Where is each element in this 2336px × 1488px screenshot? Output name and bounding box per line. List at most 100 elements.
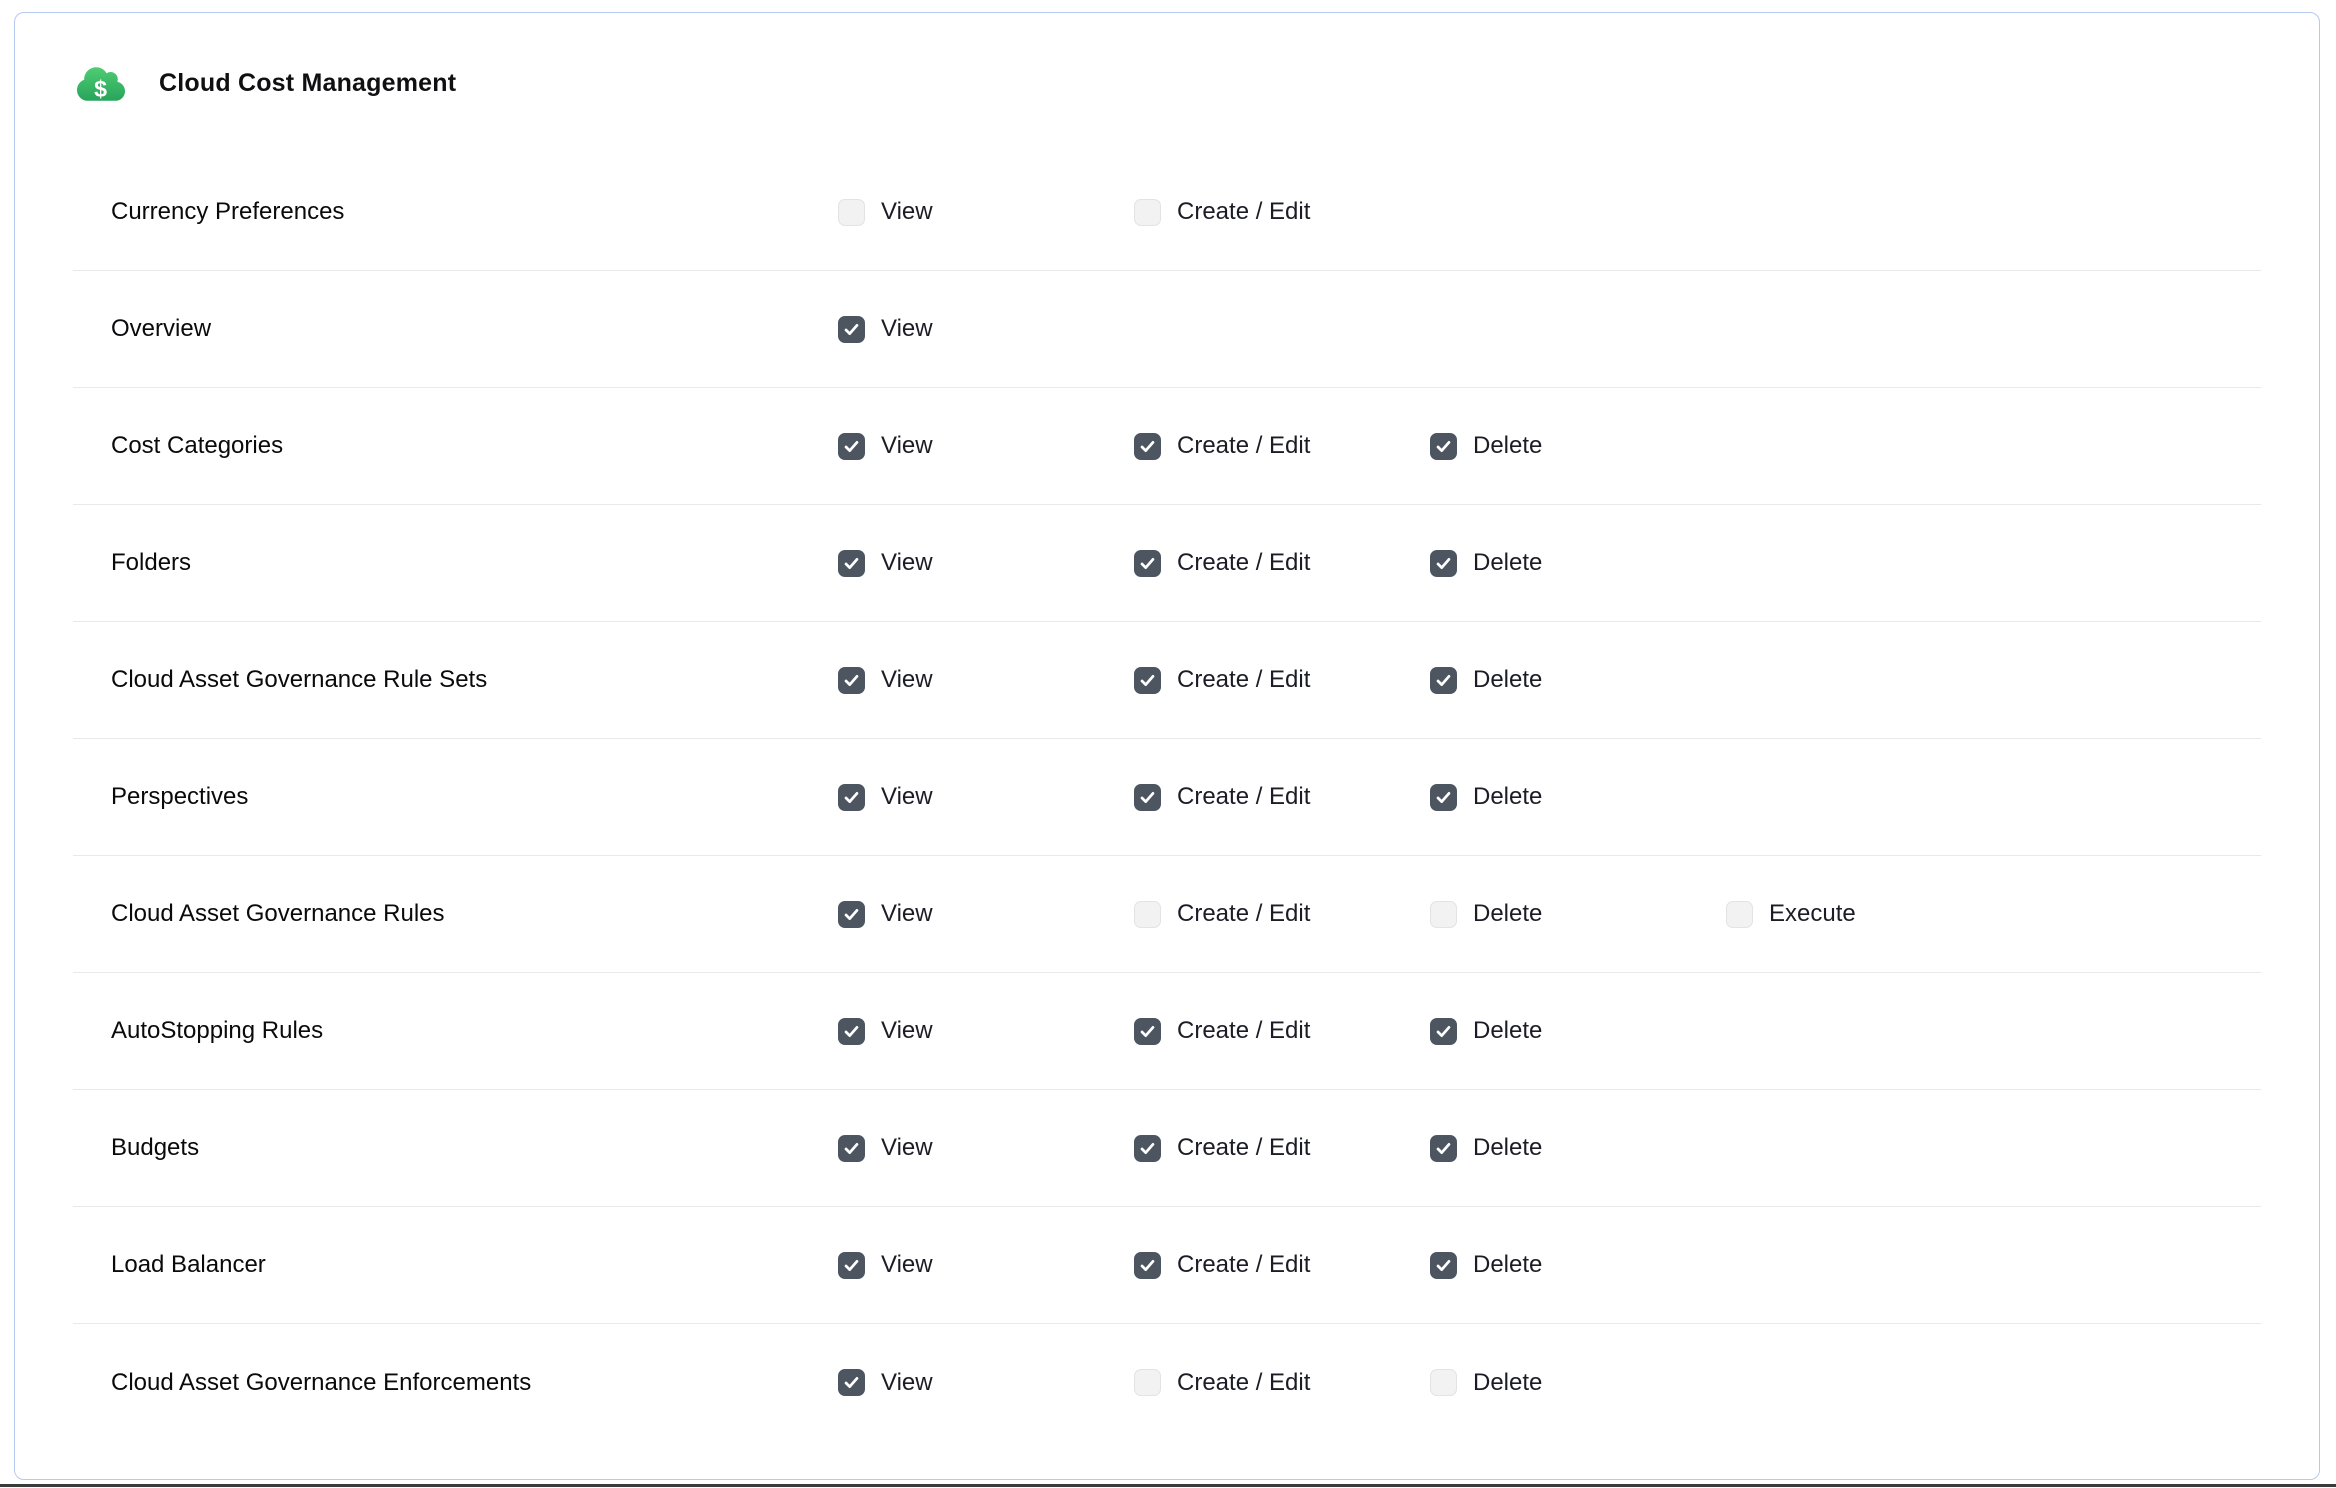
permission-cell: Delete	[1430, 666, 1726, 694]
permission-cell: View	[838, 900, 1134, 928]
checkbox-create-edit[interactable]	[1134, 1252, 1161, 1279]
checkbox-create-edit[interactable]	[1134, 433, 1161, 460]
permission-cell: Create / Edit	[1134, 1017, 1430, 1045]
checkbox-view[interactable]	[838, 433, 865, 460]
resource-label: AutoStopping Rules	[111, 1017, 838, 1045]
checkbox-create-edit[interactable]	[1134, 1135, 1161, 1162]
permission-row: FoldersViewCreate / EditDelete	[73, 505, 2261, 622]
checkbox-delete[interactable]	[1430, 1369, 1457, 1396]
checkbox-view[interactable]	[838, 784, 865, 811]
checkbox-view[interactable]	[838, 316, 865, 343]
checkbox-view[interactable]	[838, 199, 865, 226]
resource-label: Currency Preferences	[111, 198, 838, 226]
permission-cell: Delete	[1430, 1134, 1726, 1162]
permission-cell: Delete	[1430, 1017, 1726, 1045]
checkbox-delete[interactable]	[1430, 784, 1457, 811]
window-bottom-edge	[0, 1484, 2336, 1487]
resource-label: Cost Categories	[111, 432, 838, 460]
resource-label: Cloud Asset Governance Enforcements	[111, 1369, 838, 1397]
permission-cell: View	[838, 1369, 1134, 1397]
checkbox-view[interactable]	[838, 1018, 865, 1045]
permission-cell: View	[838, 783, 1134, 811]
checkbox-delete[interactable]	[1430, 1018, 1457, 1045]
permission-row: Budgets View Create / Edit Delete	[73, 1090, 2261, 1207]
permission-cell: View	[838, 666, 1134, 694]
checkbox-delete[interactable]	[1430, 1252, 1457, 1279]
cloud-dollar-icon: $	[77, 60, 125, 108]
permission-cell: View	[838, 1251, 1134, 1279]
permission-label: Create / Edit	[1177, 1017, 1310, 1045]
permission-cell: Create / Edit	[1134, 1251, 1430, 1279]
checkbox-create-edit[interactable]	[1134, 1018, 1161, 1045]
card-header: $ Cloud Cost Management	[15, 13, 2319, 154]
permission-label: Delete	[1473, 783, 1542, 811]
permission-row: Cloud Asset Governance Enforcements View C…	[73, 1324, 2261, 1441]
permission-row: PerspectivesViewCreate / EditDelete	[73, 739, 2261, 856]
resource-label: Overview	[111, 315, 838, 343]
permission-label: Create / Edit	[1177, 432, 1310, 460]
permission-label: Delete	[1473, 1251, 1542, 1279]
permission-label: Delete	[1473, 900, 1542, 928]
permission-cell: Delete	[1430, 783, 1726, 811]
permission-cell: Create / Edit	[1134, 1369, 1430, 1397]
permission-label: View	[881, 666, 933, 694]
permission-cell: Delete	[1430, 432, 1726, 460]
permission-cell: Delete	[1430, 900, 1726, 928]
checkbox-delete[interactable]	[1430, 1135, 1457, 1162]
permission-row: Load BalancerViewCreate / EditDelete	[73, 1207, 2261, 1324]
permission-label: View	[881, 1369, 933, 1397]
permission-label: Delete	[1473, 432, 1542, 460]
permission-cell: Create / Edit	[1134, 666, 1430, 694]
checkbox-execute[interactable]	[1726, 901, 1753, 928]
permission-row: Cost Categories View Create / Edit Delete	[73, 388, 2261, 505]
permission-cell: View	[838, 432, 1134, 460]
permission-cell: View	[838, 549, 1134, 577]
permission-cell: Create / Edit	[1134, 432, 1430, 460]
permission-cell: Delete	[1430, 1251, 1726, 1279]
permission-cell: View	[838, 198, 1134, 226]
permission-label: Create / Edit	[1177, 666, 1310, 694]
permission-cell: Create / Edit	[1134, 783, 1430, 811]
resource-label: Cloud Asset Governance Rule Sets	[111, 666, 838, 694]
permission-rows: Currency PreferencesViewCreate / EditOve…	[73, 154, 2261, 1441]
checkbox-view[interactable]	[838, 667, 865, 694]
checkbox-create-edit[interactable]	[1134, 667, 1161, 694]
permission-cell: Delete	[1430, 1369, 1726, 1397]
svg-text:$: $	[94, 75, 107, 101]
permission-label: View	[881, 1017, 933, 1045]
permission-cell: Create / Edit	[1134, 198, 1430, 226]
checkbox-view[interactable]	[838, 1252, 865, 1279]
checkbox-create-edit[interactable]	[1134, 784, 1161, 811]
checkbox-create-edit[interactable]	[1134, 901, 1161, 928]
permission-cell: View	[838, 1134, 1134, 1162]
module-title: Cloud Cost Management	[159, 69, 456, 98]
permission-label: Create / Edit	[1177, 783, 1310, 811]
permission-label: Delete	[1473, 1017, 1542, 1045]
permission-label: View	[881, 432, 933, 460]
permission-label: View	[881, 783, 933, 811]
permission-label: Delete	[1473, 1134, 1542, 1162]
permission-cell: View	[838, 315, 1134, 343]
permission-label: Delete	[1473, 666, 1542, 694]
resource-label: Budgets	[111, 1134, 838, 1162]
permission-label: Delete	[1473, 1369, 1542, 1397]
permission-label: Create / Edit	[1177, 1134, 1310, 1162]
checkbox-view[interactable]	[838, 550, 865, 577]
checkbox-view[interactable]	[838, 1369, 865, 1396]
checkbox-delete[interactable]	[1430, 667, 1457, 694]
permission-cell: Execute	[1726, 900, 2261, 928]
permission-label: View	[881, 549, 933, 577]
checkbox-view[interactable]	[838, 901, 865, 928]
permission-label: Create / Edit	[1177, 1251, 1310, 1279]
checkbox-create-edit[interactable]	[1134, 550, 1161, 577]
resource-label: Cloud Asset Governance Rules	[111, 900, 838, 928]
checkbox-create-edit[interactable]	[1134, 1369, 1161, 1396]
checkbox-delete[interactable]	[1430, 550, 1457, 577]
checkbox-create-edit[interactable]	[1134, 199, 1161, 226]
checkbox-delete[interactable]	[1430, 901, 1457, 928]
permission-label: View	[881, 1134, 933, 1162]
permission-cell: Delete	[1430, 549, 1726, 577]
checkbox-delete[interactable]	[1430, 433, 1457, 460]
checkbox-view[interactable]	[838, 1135, 865, 1162]
permission-label: Create / Edit	[1177, 549, 1310, 577]
